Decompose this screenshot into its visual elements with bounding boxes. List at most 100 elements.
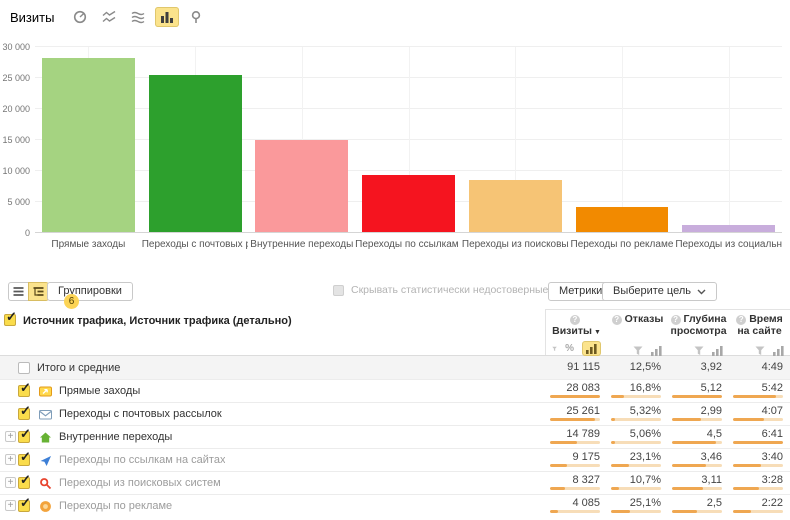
bar-4[interactable] [362, 175, 455, 232]
cell-minibar [672, 418, 722, 421]
cell-minibar-fill [672, 464, 706, 467]
percent-mode-icon[interactable]: % [565, 344, 574, 354]
cell-value: 91 115 [550, 361, 600, 374]
internal-traffic-icon [39, 431, 52, 444]
ad-traffic-icon [39, 500, 52, 513]
cell-minibar-fill [550, 487, 565, 490]
row-checkbox[interactable] [18, 500, 30, 512]
y-axis-tick: 15 000 [0, 135, 30, 145]
bar-2[interactable] [149, 75, 242, 232]
row-checkbox[interactable] [18, 431, 30, 443]
column-header-visits: ?Визиты▼ % [546, 310, 607, 361]
value-cell: 2,99 [667, 403, 728, 425]
cell-value: 3,11 [672, 474, 722, 487]
expand-button[interactable]: + [5, 454, 16, 465]
help-icon[interactable]: ? [736, 315, 746, 325]
pie-chart-icon[interactable] [68, 7, 92, 27]
column-label[interactable]: Визиты [552, 325, 592, 337]
bars-mode-icon[interactable] [712, 346, 723, 356]
hide-unreliable-checkbox[interactable] [333, 285, 344, 296]
value-cell: 8 327 [545, 472, 606, 494]
cell-value: 2,99 [672, 405, 722, 418]
row-values: 28 08316,8%5,125:42 [545, 380, 790, 402]
bar-chart-icon[interactable] [155, 7, 179, 27]
cell-minibar [550, 395, 600, 398]
cell-minibar [611, 441, 661, 444]
help-icon[interactable]: ? [570, 315, 580, 325]
row-label-cell: Переходы с почтовых рассылок [0, 403, 545, 425]
bars-mode-icon-selected[interactable] [582, 341, 601, 356]
row-values: 9 17523,1%3,463:40 [545, 449, 790, 471]
filter-funnel-icon[interactable] [694, 346, 704, 356]
cell-minibar-fill [733, 395, 776, 398]
cell-value: 3,46 [672, 451, 722, 464]
filter-funnel-icon[interactable] [755, 346, 765, 356]
value-cell: 3,46 [667, 449, 728, 471]
cell-minibar [733, 510, 783, 513]
groupings-button[interactable]: Группировки [47, 282, 133, 301]
filter-funnel-icon[interactable] [552, 344, 557, 354]
cell-value: 25 261 [550, 405, 600, 418]
cell-minibar-fill [611, 395, 624, 398]
cell-minibar-fill [672, 395, 722, 398]
cell-minibar-fill [733, 487, 759, 490]
groupings-count-badge: 6 [64, 294, 79, 309]
column-label[interactable]: Отказы [625, 313, 664, 325]
x-axis-label: Переходы из социальных... [675, 239, 782, 250]
row-checkbox[interactable] [18, 385, 30, 397]
row-label: Внутренние переходы [59, 431, 172, 443]
row-checkbox[interactable] [18, 362, 30, 374]
row-checkbox[interactable] [18, 408, 30, 420]
cell-minibar-fill [550, 418, 595, 421]
direct-traffic-icon [39, 385, 52, 398]
value-cell: 3:40 [728, 449, 789, 471]
cell-minibar [611, 487, 661, 490]
cell-minibar-fill [550, 441, 577, 444]
bar-6[interactable] [576, 207, 669, 232]
column-header-depth: ?Глубина просмотра [668, 310, 729, 361]
cell-minibar-fill [733, 441, 783, 444]
row-checkbox[interactable] [18, 454, 30, 466]
bar-7[interactable] [682, 225, 775, 232]
table-row: +Переходы из поисковых систем8 32710,7%3… [0, 471, 790, 494]
row-checkbox[interactable] [18, 477, 30, 489]
stacked-area-icon[interactable] [126, 7, 150, 27]
line-chart-icon[interactable] [97, 7, 121, 27]
cell-minibar [550, 464, 600, 467]
cell-minibar [550, 418, 600, 421]
bar-5[interactable] [469, 180, 562, 232]
bar-1[interactable] [42, 58, 135, 232]
value-cell: 28 083 [545, 380, 606, 402]
cell-value: 4:07 [733, 405, 783, 418]
expand-button[interactable]: + [5, 431, 16, 442]
help-icon[interactable]: ? [612, 315, 622, 325]
cell-value: 2:22 [733, 497, 783, 510]
bar-3[interactable] [255, 140, 348, 232]
row-values: 14 7895,06%4,56:41 [545, 426, 790, 448]
bars-mode-icon[interactable] [651, 346, 662, 356]
select-all-checkbox[interactable] [4, 314, 16, 326]
goal-select-button[interactable]: Выберите цель [602, 282, 717, 301]
cell-minibar-fill [672, 487, 703, 490]
tree-view-toggle[interactable] [28, 282, 49, 301]
filter-funnel-icon[interactable] [633, 346, 643, 356]
row-label-cell: +Переходы по рекламе [0, 495, 545, 517]
cell-minibar-fill [550, 510, 558, 513]
expand-button[interactable]: + [5, 500, 16, 511]
cell-value: 4 085 [550, 497, 600, 510]
map-pin-icon[interactable] [184, 7, 208, 27]
value-cell: 9 175 [545, 449, 606, 471]
metric-columns-header: ?Визиты▼ % ?Отказы ?Глубина просмотра [545, 309, 790, 355]
expand-button[interactable]: + [5, 477, 16, 488]
row-label: Переходы из поисковых систем [59, 477, 221, 489]
value-cell: 3,11 [667, 472, 728, 494]
list-view-toggle[interactable] [8, 282, 29, 301]
row-label-cell: Прямые заходы [0, 380, 545, 402]
bars-mode-icon[interactable] [773, 346, 784, 356]
cell-value: 12,5% [611, 361, 661, 374]
row-label-cell: + Переходы из поисковых систем [0, 472, 545, 494]
y-axis-tick: 5 000 [0, 197, 30, 207]
y-axis-tick: 0 [0, 228, 30, 238]
row-label: Итого и средние [37, 362, 120, 374]
help-icon[interactable]: ? [671, 315, 681, 325]
